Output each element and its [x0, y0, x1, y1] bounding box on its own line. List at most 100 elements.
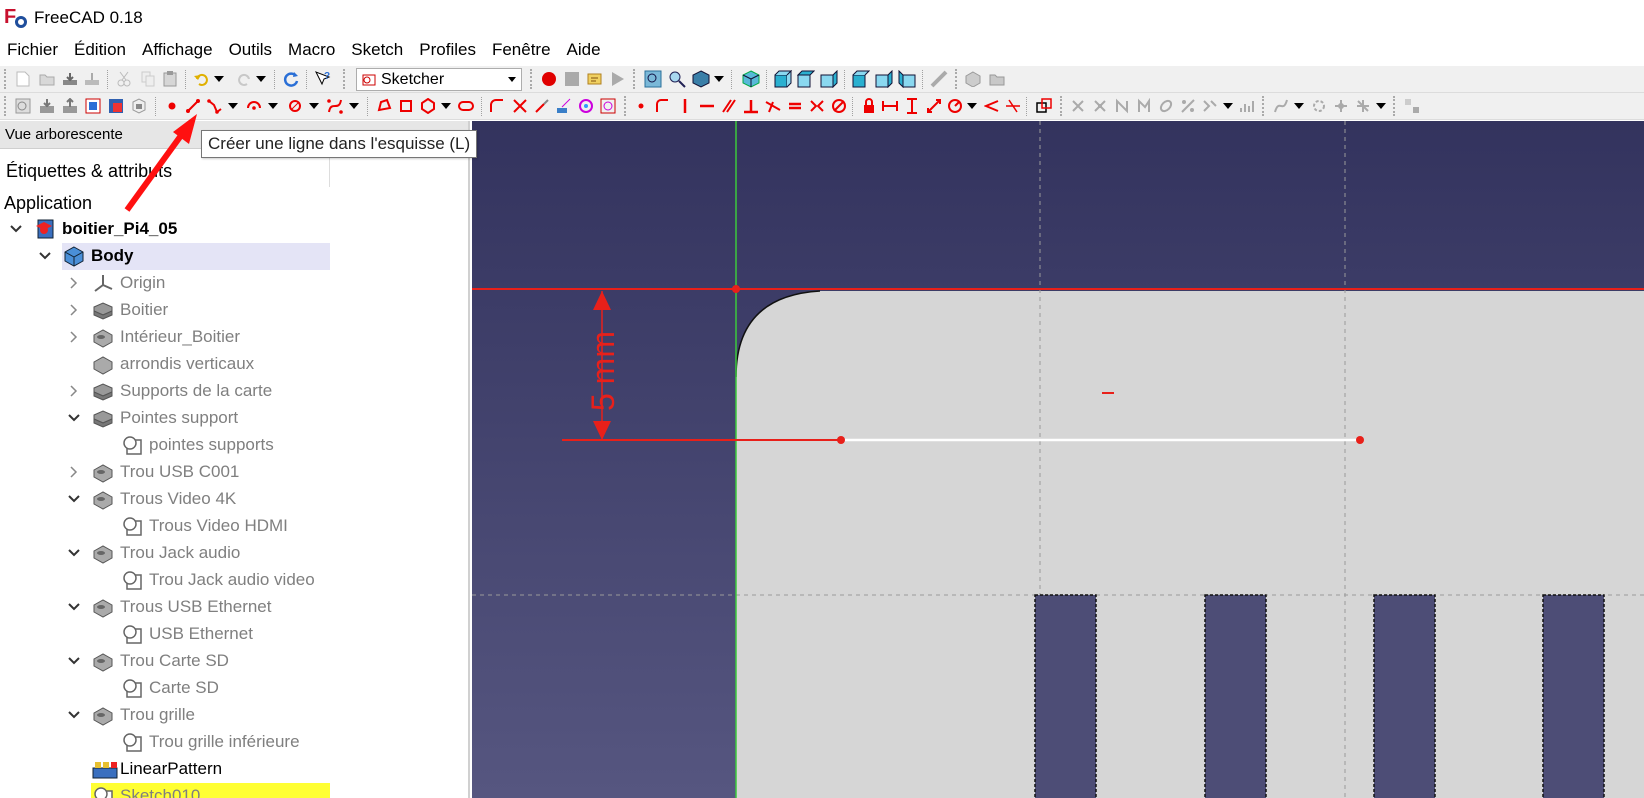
leave-sketch-icon[interactable]: [61, 97, 79, 115]
tree-item[interactable]: Origin: [0, 270, 330, 297]
create-arc-icon[interactable]: [245, 97, 263, 115]
undo-dropdown-icon[interactable]: [210, 70, 228, 88]
constrain-tangent-icon[interactable]: [764, 97, 782, 115]
tree-item[interactable]: LinearPattern: [0, 756, 330, 783]
tree-item[interactable]: Trou Jack audio: [0, 540, 330, 567]
redo-dropdown-icon[interactable]: [252, 70, 270, 88]
view-rear-icon[interactable]: [852, 70, 870, 88]
new-sketch-icon[interactable]: [14, 97, 32, 115]
create-bspline-icon[interactable]: [326, 97, 344, 115]
toggle-construction-icon[interactable]: [599, 97, 617, 115]
redo-icon[interactable]: [235, 70, 253, 88]
view-isometric-icon[interactable]: [742, 70, 760, 88]
fit-all-icon[interactable]: [644, 70, 662, 88]
menu-sketch[interactable]: Sketch: [343, 36, 411, 64]
menu-macro[interactable]: Macro: [280, 36, 343, 64]
menu-outils[interactable]: Outils: [221, 36, 280, 64]
polyline-dropdown-icon[interactable]: [224, 97, 242, 115]
chevron-down-icon[interactable]: [39, 250, 51, 262]
chevron-down-icon[interactable]: [10, 223, 22, 235]
constrain-perpendicular-icon[interactable]: [742, 97, 760, 115]
clone-icon[interactable]: [1201, 97, 1219, 115]
regular-polygon-dropdown-icon[interactable]: [437, 97, 455, 115]
chevron-right-icon[interactable]: [68, 331, 80, 343]
measure-distance-icon[interactable]: [930, 70, 948, 88]
symmetry-icon[interactable]: [1179, 97, 1197, 115]
menu-edition[interactable]: Édition: [66, 36, 134, 64]
bspline-degree-icon[interactable]: [1272, 97, 1290, 115]
tree-item[interactable]: Trou grille inférieure: [0, 729, 330, 756]
chevron-right-icon[interactable]: [68, 304, 80, 316]
select-associated-icon[interactable]: [1091, 97, 1109, 115]
create-fillet-icon[interactable]: [488, 97, 506, 115]
copy-icon[interactable]: [139, 70, 157, 88]
tree-item[interactable]: Trous Video HDMI: [0, 513, 330, 540]
create-rectangle-icon[interactable]: [397, 97, 415, 115]
constrain-block-icon[interactable]: [830, 97, 848, 115]
constrain-vertical-icon[interactable]: [676, 97, 694, 115]
view-sketch-icon[interactable]: [84, 97, 102, 115]
draw-style-icon[interactable]: [692, 70, 710, 88]
constrain-radius-icon[interactable]: [946, 97, 964, 115]
3d-viewport[interactable]: 5 mm: [472, 121, 1644, 798]
create-part-icon[interactable]: [964, 70, 982, 88]
constrain-distance-icon[interactable]: [925, 97, 943, 115]
toolbar-grip[interactable]: [4, 69, 7, 89]
constrain-parallel-icon[interactable]: [720, 97, 738, 115]
tree-item[interactable]: Trou Jack audio video: [0, 567, 330, 594]
tree-item[interactable]: Intérieur_Boitier: [0, 324, 330, 351]
create-polygon-icon[interactable]: [375, 97, 393, 115]
create-regular-polygon-icon[interactable]: [419, 97, 437, 115]
radius-dropdown-icon[interactable]: [963, 97, 981, 115]
tree-item[interactable]: Trous Video 4K: [0, 486, 330, 513]
macro-run-icon[interactable]: [608, 70, 626, 88]
tree-item[interactable]: Supports de la carte: [0, 378, 330, 405]
create-circle-icon[interactable]: [286, 97, 304, 115]
chevron-down-icon[interactable]: [68, 412, 80, 424]
view-left-icon[interactable]: [898, 70, 916, 88]
constrain-coincident-icon[interactable]: [632, 97, 650, 115]
menu-profiles[interactable]: Profiles: [411, 36, 484, 64]
fit-selection-icon[interactable]: [668, 70, 686, 88]
create-slot-icon[interactable]: [457, 97, 475, 115]
toggle-driving-constraint-icon[interactable]: [1035, 97, 1053, 115]
constrain-horizontal-distance-icon[interactable]: [881, 97, 899, 115]
bspline-dropdown-icon[interactable]: [345, 97, 363, 115]
constrain-angle-icon[interactable]: [983, 97, 1001, 115]
show-hide-internal-icon[interactable]: [1157, 97, 1175, 115]
trim-edge-icon[interactable]: [511, 97, 529, 115]
tree-item[interactable]: pointes supports: [0, 432, 330, 459]
undo-icon[interactable]: [193, 70, 211, 88]
tree-item[interactable]: Trou USB C001: [0, 459, 330, 486]
tree-item[interactable]: arrondis verticaux: [0, 351, 330, 378]
workbench-selector[interactable]: Sketcher: [356, 68, 522, 91]
chevron-down-icon[interactable]: [68, 547, 80, 559]
chevron-down-icon[interactable]: [68, 601, 80, 613]
chevron-right-icon[interactable]: [68, 277, 80, 289]
constrain-lock-icon[interactable]: [860, 97, 878, 115]
open-file-icon[interactable]: [38, 70, 56, 88]
view-bottom-icon[interactable]: [875, 70, 893, 88]
view-front-icon[interactable]: [774, 70, 792, 88]
whats-this-icon[interactable]: ?: [314, 70, 332, 88]
edit-sketch-icon[interactable]: [38, 97, 56, 115]
constrain-symmetric-icon[interactable]: [808, 97, 826, 115]
constrain-snell-icon[interactable]: [1004, 97, 1022, 115]
refresh-icon[interactable]: [282, 70, 300, 88]
tree-item[interactable]: Body: [0, 243, 330, 270]
tree-item[interactable]: USB Ethernet: [0, 621, 330, 648]
menu-fichier[interactable]: Fichier: [0, 36, 66, 64]
save-icon[interactable]: [61, 70, 79, 88]
constrain-vertical-distance-icon[interactable]: [903, 97, 921, 115]
menu-aide[interactable]: Aide: [559, 36, 609, 64]
sketch-virtual-space-icon[interactable]: [1403, 97, 1421, 115]
constrain-equal-icon[interactable]: [786, 97, 804, 115]
tree-item[interactable]: Boitier: [0, 297, 330, 324]
tree-item[interactable]: boitier_Pi4_05: [0, 216, 330, 243]
increase-degree-icon[interactable]: [1332, 97, 1350, 115]
increase-knot-icon[interactable]: [1354, 97, 1372, 115]
sketch-canvas[interactable]: 5 mm: [472, 121, 1644, 798]
macro-stop-icon[interactable]: [563, 70, 581, 88]
external-geometry-icon[interactable]: [555, 97, 573, 115]
constrain-horizontal-icon[interactable]: [698, 97, 716, 115]
